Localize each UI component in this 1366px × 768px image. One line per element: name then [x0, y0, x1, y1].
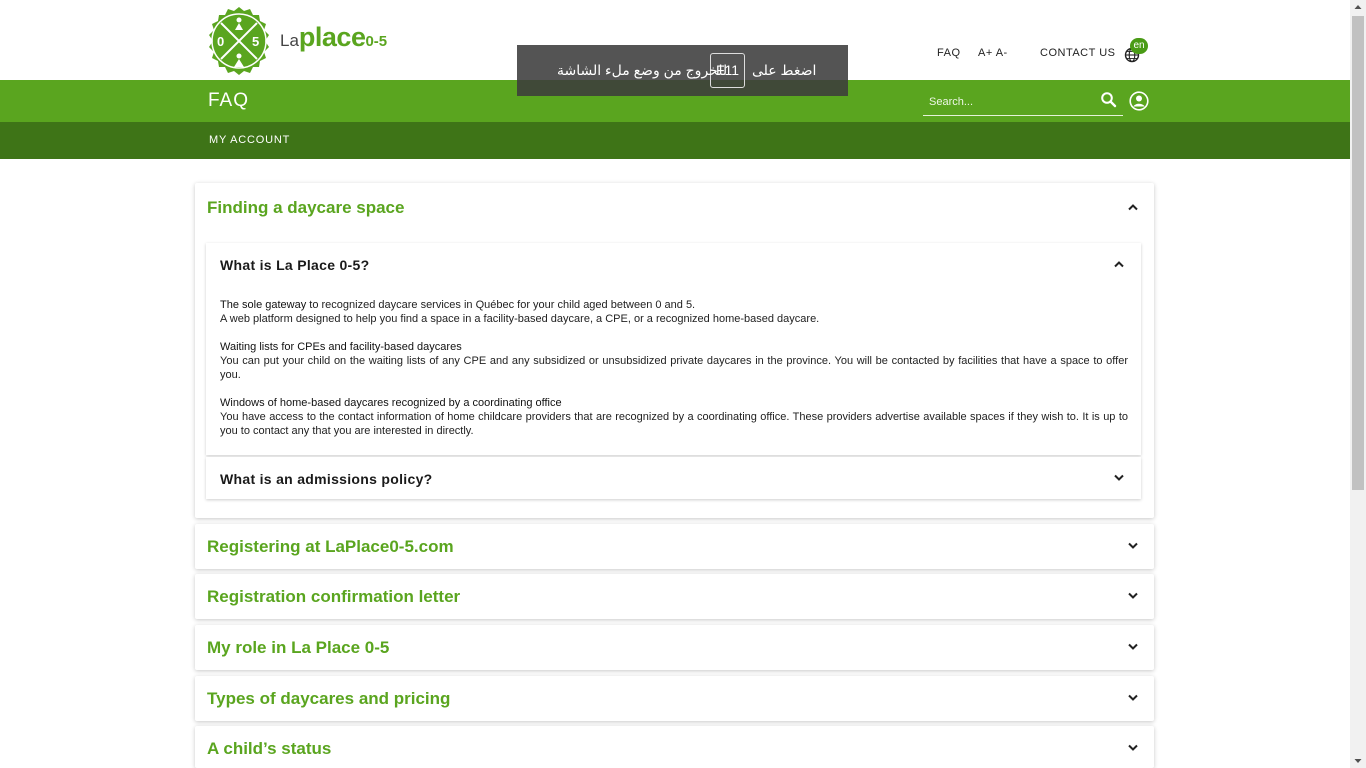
svg-text:5: 5	[252, 34, 259, 49]
page-scrollbar[interactable]	[1350, 0, 1366, 768]
answer-subheading: Waiting lists for CPEs and facility-base…	[220, 341, 462, 353]
scroll-down-arrow-icon[interactable]	[1350, 754, 1366, 768]
search-icon[interactable]	[1100, 91, 1118, 109]
answer-text: You can put your child on the waiting li…	[220, 355, 1128, 381]
faq-section-child-status[interactable]: A child’s status	[195, 726, 1154, 768]
chevron-up-icon[interactable]	[1113, 260, 1125, 268]
section-title[interactable]: A child’s status	[207, 739, 331, 759]
my-account-link[interactable]: MY ACCOUNT	[209, 134, 290, 146]
chevron-down-icon[interactable]	[1127, 744, 1139, 752]
chevron-down-icon[interactable]	[1127, 542, 1139, 550]
faq-link[interactable]: FAQ	[937, 47, 961, 59]
contact-link[interactable]: CONTACT US	[1040, 47, 1116, 59]
scrollbar-thumb[interactable]	[1352, 16, 1364, 490]
faq-section-finding-daycare: Finding a daycare space What is La Place…	[195, 183, 1154, 518]
chevron-up-icon[interactable]	[1127, 203, 1139, 211]
answer-text: A web platform designed to help you find…	[220, 313, 820, 325]
question-title[interactable]: What is an admissions policy?	[220, 471, 433, 487]
faq-section-registering[interactable]: Registering at LaPlace0-5.com	[195, 524, 1154, 569]
account-bar: MY ACCOUNT	[0, 122, 1350, 159]
faq-question-admissions[interactable]: What is an admissions policy?	[206, 457, 1141, 499]
page-title: FAQ	[208, 90, 250, 111]
chevron-down-icon[interactable]	[1127, 643, 1139, 651]
answer-text: to recognized daycare services in Québec…	[306, 299, 696, 311]
faq-section-my-role[interactable]: My role in La Place 0-5	[195, 625, 1154, 670]
chevron-down-icon[interactable]	[1127, 694, 1139, 702]
chevron-down-icon[interactable]	[1113, 474, 1125, 482]
chevron-down-icon[interactable]	[1127, 592, 1139, 600]
search-input[interactable]	[923, 92, 1096, 112]
section-title[interactable]: Finding a daycare space	[207, 198, 404, 218]
faq-question-what-is: What is La Place 0-5? The sole gateway t…	[206, 243, 1141, 455]
question-answer: The sole gateway to recognized daycare s…	[220, 298, 1128, 452]
brand-place: place	[298, 22, 366, 52]
logo-icon[interactable]: 0 5	[204, 6, 274, 76]
brand-name[interactable]: Laplace0-5	[280, 22, 387, 53]
answer-highlight: The sole gateway	[220, 299, 307, 311]
faq-section-types-pricing[interactable]: Types of daycares and pricing	[195, 676, 1154, 721]
brand-range: 0-5	[365, 33, 388, 50]
svg-text:0: 0	[217, 34, 224, 49]
brand-la: La	[280, 31, 299, 50]
user-icon[interactable]	[1129, 91, 1149, 111]
fullscreen-exit-text: للخروج من وضع ملء الشاشة	[557, 62, 728, 78]
fullscreen-notice: اضغط على F11 للخروج من وضع ملء الشاشة	[517, 45, 848, 96]
font-size-toggle[interactable]: A+ A-	[978, 47, 1008, 59]
answer-text: You have access to the contact informati…	[220, 411, 1128, 437]
section-title[interactable]: Types of daycares and pricing	[207, 689, 450, 709]
section-title[interactable]: Registration confirmation letter	[207, 587, 460, 607]
answer-subheading: Windows of home-based daycares recognize…	[220, 397, 562, 409]
search-box	[923, 88, 1123, 116]
fullscreen-press-text: اضغط على	[752, 62, 817, 78]
language-badge[interactable]: en	[1130, 38, 1148, 54]
question-title[interactable]: What is La Place 0-5?	[220, 257, 369, 273]
scroll-up-arrow-icon[interactable]	[1350, 0, 1366, 14]
section-title[interactable]: Registering at LaPlace0-5.com	[207, 537, 454, 557]
faq-section-confirmation-letter[interactable]: Registration confirmation letter	[195, 574, 1154, 619]
section-title[interactable]: My role in La Place 0-5	[207, 638, 389, 658]
